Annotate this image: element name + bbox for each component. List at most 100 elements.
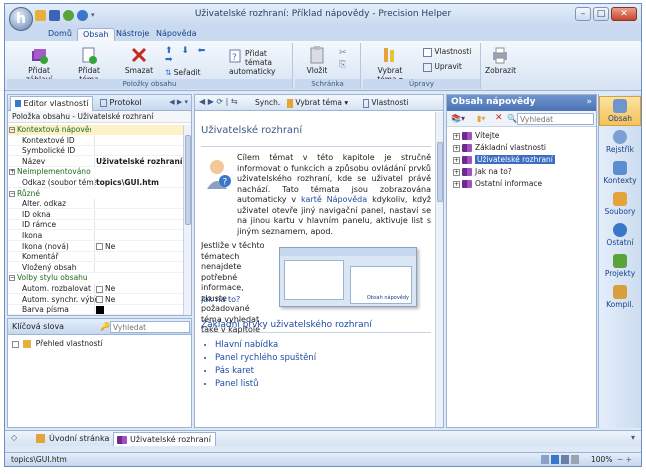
nav-index[interactable]: Rejstřík — [599, 128, 641, 158]
paste-button[interactable]: Vložit — [305, 45, 329, 75]
overview-row[interactable]: Přehled vlastností — [12, 339, 103, 348]
tab-protocol[interactable]: Protokol — [96, 96, 146, 111]
zoom-controls[interactable]: − + — [617, 453, 632, 466]
zoom-level[interactable]: 100% — [591, 453, 612, 466]
tab-current-topic[interactable]: Uživatelské rozhraní — [113, 432, 216, 446]
property-row[interactable]: Ikona — [8, 231, 184, 241]
help-search-input[interactable] — [517, 113, 594, 125]
expand-icon[interactable]: + — [453, 168, 460, 176]
tree-item-basics[interactable]: + Základní vlastnosti — [453, 143, 546, 153]
list-item[interactable]: Pás karet — [215, 365, 431, 378]
select-topic-tool[interactable]: Vybrat téma ▾ — [287, 98, 348, 108]
property-row[interactable]: Odkaz (soubor téma) topics\GUI.htm — [8, 178, 184, 188]
property-scrollbar[interactable] — [183, 125, 191, 315]
nav-contents[interactable]: Obsah — [599, 96, 641, 126]
panel-scroll-arrows[interactable]: ◀ ▶ ▾ — [169, 98, 188, 106]
list-item[interactable]: Panel rychlého spuštění — [215, 352, 431, 365]
nav-contexts[interactable]: Kontexty — [599, 159, 641, 189]
scrollbar-thumb[interactable] — [185, 135, 191, 225]
ribbon-tabs: Domů Obsah Nástroje Nápověda — [5, 26, 641, 41]
keywords-search-input[interactable] — [110, 321, 190, 333]
property-editor-panel: Editor vlastností Protokol ◀ ▶ ▾ Položka… — [7, 94, 192, 316]
property-value[interactable]: Ne — [96, 295, 115, 304]
property-group-row[interactable]: Volby stylu obsahu − — [8, 273, 184, 283]
preview-scrollbar-thumb[interactable] — [437, 142, 443, 202]
expand-collapse-icon[interactable]: − — [9, 127, 15, 133]
remove-icon[interactable]: ✕ — [495, 113, 503, 123]
tab-start-page[interactable]: Úvodní stránka — [33, 432, 113, 446]
tree-item-ui[interactable]: + Uživatelské rozhraní — [453, 155, 555, 165]
expand-collapse-icon[interactable]: + — [9, 169, 15, 176]
tab-help[interactable]: Nápověda — [151, 28, 202, 41]
group-label-edits: Úpravy — [363, 79, 480, 89]
topic-add-icon[interactable]: ▮▾ — [477, 114, 485, 123]
expand-collapse-icon[interactable]: − — [9, 275, 15, 282]
book-icon — [462, 144, 472, 152]
edit-button[interactable]: Upravit — [423, 62, 479, 72]
collapse-panel-icon[interactable]: » — [586, 97, 592, 107]
tab-property-editor[interactable]: Editor vlastností — [10, 96, 94, 111]
expand-icon[interactable]: + — [453, 180, 460, 188]
expand-icon[interactable]: + — [453, 144, 460, 152]
property-value[interactable]: topics\GUI.htm — [96, 178, 159, 187]
property-row[interactable]: Ikona (nová) Ne — [8, 241, 184, 252]
property-checkbox[interactable] — [96, 296, 103, 304]
nav-projects[interactable]: Projekty — [599, 252, 641, 282]
property-group-row[interactable]: Různé − — [8, 189, 184, 199]
delete-button[interactable]: Smazat — [121, 45, 157, 75]
add-auto-topics-button[interactable]: ? Přidat témata automaticky — [229, 49, 291, 76]
list-item[interactable]: Panel listů — [215, 378, 431, 391]
tab-content[interactable]: Obsah — [77, 28, 115, 41]
property-row[interactable]: ID rámce — [8, 220, 184, 231]
nav-other[interactable]: Ostatní — [599, 221, 641, 251]
add-header-icon — [32, 49, 48, 64]
expand-collapse-icon[interactable]: − — [9, 190, 15, 197]
property-row[interactable]: Komentář — [8, 252, 184, 263]
properties-button[interactable]: Vlastnosti — [423, 47, 479, 57]
close-button[interactable]: ✕ — [611, 7, 637, 21]
app-menu-button[interactable]: h — [9, 7, 33, 31]
overview-checkbox[interactable] — [12, 340, 19, 348]
property-group-row[interactable]: Kontextová nápověda − — [8, 125, 184, 135]
property-checkbox[interactable] — [96, 243, 103, 251]
book-add-icon[interactable]: 📚▾ — [451, 114, 465, 123]
show-button[interactable]: Zobrazit — [485, 45, 516, 75]
tabs-dropdown-icon[interactable]: ▾ — [631, 433, 635, 442]
property-row[interactable]: Vložený obsah — [8, 262, 184, 273]
nav-files[interactable]: Soubory — [599, 190, 641, 220]
nav-compile[interactable]: Kompil. — [599, 283, 641, 313]
tree-item-howto[interactable]: + Jak na to? — [453, 167, 512, 177]
property-value[interactable]: Ne — [96, 284, 115, 293]
preview-scrollbar[interactable] — [435, 112, 443, 427]
help-tab-link[interactable]: kartě Nápověda — [301, 195, 367, 204]
property-row[interactable]: Alter. odkaz — [8, 199, 184, 210]
sync-button[interactable]: Synch. — [255, 98, 280, 107]
property-row[interactable]: Název Uživatelské rozhraní — [8, 156, 184, 167]
property-value[interactable]: Uživatelské rozhraní — [96, 157, 182, 166]
property-value[interactable]: Ne — [96, 242, 115, 251]
nav-arrows-icon[interactable]: ◀ ▶ ⟳ | ⇆ — [199, 97, 238, 106]
properties-tool[interactable]: Vlastnosti — [363, 98, 408, 108]
expand-icon[interactable]: + — [453, 132, 460, 140]
tree-item-other[interactable]: + Ostatní informace — [453, 179, 542, 189]
tab-tools[interactable]: Nástroje — [111, 28, 154, 41]
help-contents-panel: Obsah nápovědy » 📚▾ ▮▾ ✕ 🔍 +Vítejte +Zák… — [446, 94, 597, 428]
list-item[interactable]: Hlavní nabídka — [215, 339, 431, 352]
maximize-button[interactable]: □ — [593, 7, 609, 21]
property-row[interactable]: Kontextové ID — [8, 135, 184, 146]
tabs-menu-icon[interactable]: ◇ — [11, 433, 17, 442]
expand-icon[interactable]: + — [453, 156, 460, 164]
tab-home[interactable]: Domů — [43, 28, 77, 41]
property-group-row[interactable]: Neimplementováno + — [8, 167, 184, 177]
tree-item-welcome[interactable]: + Vítejte — [453, 131, 499, 141]
property-row[interactable]: Symbolické ID — [8, 146, 184, 157]
minimize-button[interactable]: – — [575, 7, 591, 21]
property-row[interactable]: Autom. synchr. výběr Ne — [8, 294, 184, 305]
property-row[interactable]: Autom. rozbalovat Ne — [8, 284, 184, 294]
color-swatch[interactable] — [96, 306, 104, 315]
property-checkbox[interactable] — [96, 285, 103, 293]
cut-copy-icons[interactable]: ✂ ⎘ — [339, 47, 347, 71]
property-row[interactable]: Barva písma — [8, 305, 184, 315]
property-row[interactable]: ID okna — [8, 209, 184, 220]
sort-button[interactable]: ⬆ ⬇ ⬅ ➡ ⇅ Seřadit — [165, 47, 221, 78]
